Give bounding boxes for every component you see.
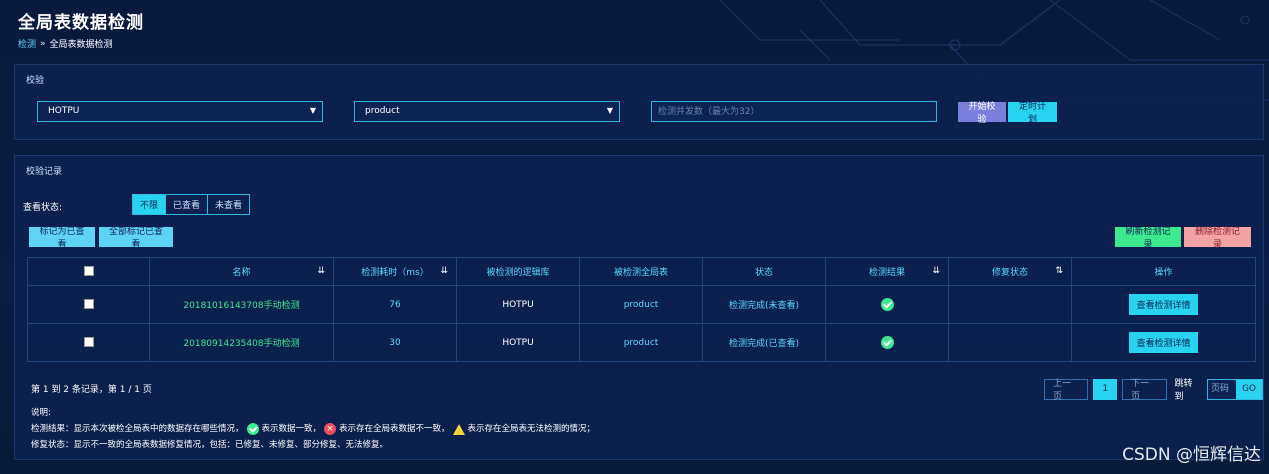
table-select[interactable]: product ▼ xyxy=(354,101,620,122)
schema-select[interactable]: HOTPU ▼ xyxy=(37,101,323,122)
mark-all-viewed-button[interactable]: 全部标记已查看 xyxy=(99,227,173,250)
view-status-filter: 不限 已查看 未查看 xyxy=(132,194,251,215)
error-circle-icon: × xyxy=(324,423,337,435)
breadcrumb: 检测 » 全局表数据检测 xyxy=(18,37,113,51)
sort-icon[interactable]: ⇊ xyxy=(440,266,448,276)
page-title: 全局表数据检测 xyxy=(18,13,144,33)
check-circle-icon xyxy=(880,336,894,349)
view-detail-button[interactable]: 查看检测详情 xyxy=(1129,294,1198,315)
row-schema: HOTPU xyxy=(456,323,580,362)
prev-page-button[interactable]: 上一页 xyxy=(1044,378,1089,402)
breadcrumb-root-link[interactable]: 检测 xyxy=(18,37,36,50)
header-schema: 被检测的逻辑库 xyxy=(456,257,580,286)
row-name: 20181016143708手动检测 xyxy=(149,285,334,324)
jump-to-label: 跳转到 xyxy=(1174,379,1193,402)
header-status: 状态 xyxy=(702,257,826,286)
records-table: 名称 ⇊ 检测耗时（ms） ⇊ 被检测的逻辑库 被检测全局表 状态 检测结果 ⇊ 修复… xyxy=(27,257,1256,362)
row-status: 检测完成(未查看) xyxy=(702,285,826,324)
row-result xyxy=(825,285,949,324)
header-result-label: 检测结果 xyxy=(868,268,905,278)
header-repair[interactable]: 修复状态 ⇅ xyxy=(948,257,1072,286)
go-button[interactable]: GO xyxy=(1235,379,1263,399)
header-schema-label: 被检测的逻辑库 xyxy=(486,268,550,278)
header-status-label: 状态 xyxy=(754,268,773,278)
verify-panel: 校验 HOTPU ▼ product ▼ 开始校验 定时计划 xyxy=(14,64,1264,140)
records-panel-title: 校验记录 xyxy=(26,167,63,177)
filter-option-viewed[interactable]: 已查看 xyxy=(166,195,209,214)
row-checkbox-cell xyxy=(27,323,150,362)
records-summary: 第 1 到 2 条记录，第 1 / 1 页 xyxy=(31,385,152,395)
breadcrumb-separator: » xyxy=(40,38,46,49)
next-page-button[interactable]: 下一页 xyxy=(1122,378,1167,402)
row-repair xyxy=(948,285,1072,324)
header-table-label: 被检测全局表 xyxy=(613,268,668,278)
table-row: 20181016143708手动检测 76 HOTPU product 检测完成… xyxy=(27,285,1256,324)
view-detail-button[interactable]: 查看检测详情 xyxy=(1129,332,1198,353)
sort-icon[interactable]: ⇅ xyxy=(1055,266,1063,276)
sort-icon[interactable]: ⇊ xyxy=(317,266,325,276)
filter-option-all[interactable]: 不限 xyxy=(133,195,167,214)
sort-icon[interactable]: ⇊ xyxy=(932,266,940,276)
page-number-input[interactable] xyxy=(1207,379,1236,399)
filter-option-unviewed[interactable]: 未查看 xyxy=(208,195,249,214)
notes-repair-line: 修复状态：显示不一致的全局表数据修复情况，包括：已修复、未修复、部分修复、无法修… xyxy=(31,440,389,450)
table-header-row: 名称 ⇊ 检测耗时（ms） ⇊ 被检测的逻辑库 被检测全局表 状态 检测结果 ⇊ 修复… xyxy=(27,257,1256,286)
watermark: CSDN @恒辉信达 xyxy=(1122,445,1261,465)
jump-box: GO xyxy=(1206,378,1264,400)
row-schema: HOTPU xyxy=(456,285,580,324)
row-checkbox[interactable] xyxy=(83,299,94,310)
row-duration: 76 xyxy=(333,285,457,324)
schema-select-value: HOTPU xyxy=(48,106,80,116)
records-panel: 校验记录 查看状态: 不限 已查看 未查看 标记为已查看 全部标记已查看 刷新检… xyxy=(14,155,1264,460)
header-repair-label: 修复状态 xyxy=(991,268,1028,278)
pagination: 上一页 1 下一页 跳转到 GO xyxy=(1044,376,1264,402)
row-table: product xyxy=(579,285,703,324)
notes-warn-text: 表示存在全局表无法检测的情况； xyxy=(467,424,596,434)
delete-records-button[interactable]: 删除检测记录 xyxy=(1184,227,1251,250)
select-all-checkbox[interactable] xyxy=(83,266,94,277)
check-circle-icon xyxy=(246,423,259,435)
row-table: product xyxy=(579,323,703,362)
row-duration: 30 xyxy=(333,323,457,362)
header-duration[interactable]: 检测耗时（ms） ⇊ xyxy=(333,257,457,286)
check-circle-icon xyxy=(880,298,894,311)
notes-title: 说明: xyxy=(31,408,51,418)
header-result[interactable]: 检测结果 ⇊ xyxy=(825,257,949,286)
notes-ok-text: 表示数据一致， xyxy=(261,424,322,434)
header-duration-label: 检测耗时（ms） xyxy=(361,268,429,278)
row-checkbox-cell xyxy=(27,285,150,324)
page-1-button[interactable]: 1 xyxy=(1093,378,1118,400)
table-select-value: product xyxy=(365,106,400,116)
concurrency-input[interactable] xyxy=(651,101,937,122)
verify-panel-title: 校验 xyxy=(26,76,45,86)
header-table: 被检测全局表 xyxy=(579,257,703,286)
header-select-all xyxy=(27,257,150,286)
breadcrumb-current: 全局表数据检测 xyxy=(49,40,113,50)
row-result xyxy=(825,323,949,362)
view-status-label: 查看状态: xyxy=(23,203,63,213)
warning-triangle-icon xyxy=(452,423,465,435)
notes-result-line: 检测结果：显示本次被检全局表中的数据存在哪些情况， 表示数据一致， × 表示存在… xyxy=(31,421,595,437)
row-name: 20180914235408手动检测 xyxy=(149,323,334,362)
start-verify-button[interactable]: 开始校验 xyxy=(958,102,1006,125)
header-action: 操作 xyxy=(1071,257,1256,286)
header-name-label: 名称 xyxy=(232,268,251,278)
caret-down-icon: ▼ xyxy=(309,106,316,115)
header-action-label: 操作 xyxy=(1154,268,1173,278)
row-action: 查看检测详情 xyxy=(1071,285,1256,324)
row-action: 查看检测详情 xyxy=(1071,323,1256,362)
schedule-button[interactable]: 定时计划 xyxy=(1008,102,1057,125)
notes-result-prefix: 检测结果：显示本次被检全局表中的数据存在哪些情况， xyxy=(31,424,244,434)
caret-down-icon: ▼ xyxy=(606,106,613,115)
notes-err-text: 表示存在全局表数据不一致， xyxy=(339,424,450,434)
row-checkbox[interactable] xyxy=(83,337,94,348)
notes: 说明: 检测结果：显示本次被检全局表中的数据存在哪些情况， 表示数据一致， × … xyxy=(31,405,595,453)
table-row: 20180914235408手动检测 30 HOTPU product 检测完成… xyxy=(27,323,1256,362)
row-repair xyxy=(948,323,1072,362)
refresh-records-button[interactable]: 刷新检测记录 xyxy=(1115,227,1181,250)
mark-viewed-button[interactable]: 标记为已查看 xyxy=(29,227,95,250)
row-status: 检测完成(已查看) xyxy=(702,323,826,362)
header-name[interactable]: 名称 ⇊ xyxy=(149,257,334,286)
